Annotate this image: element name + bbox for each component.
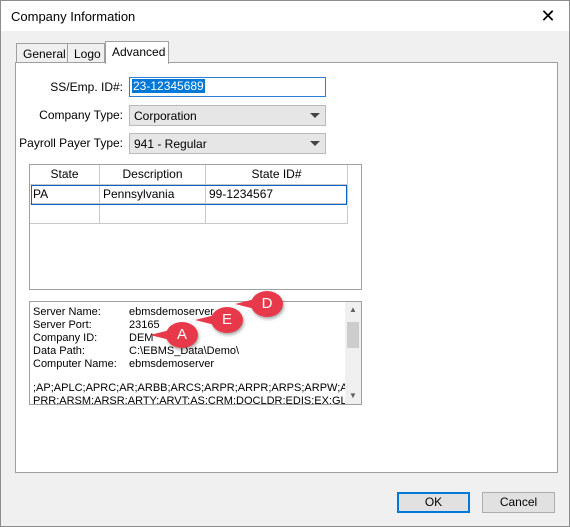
chevron-down-icon: [310, 141, 320, 146]
callout-a: A: [150, 322, 198, 348]
ssn-input[interactable]: 23-12345689: [129, 77, 326, 97]
title-bar: Company Information ✕: [1, 1, 569, 31]
tab-general-label: General: [23, 47, 66, 61]
column-header-state[interactable]: ▲ State: [30, 165, 100, 185]
scroll-up-icon[interactable]: ▲: [345, 302, 361, 318]
close-icon[interactable]: ✕: [531, 3, 565, 29]
table-cell[interactable]: [206, 205, 348, 224]
chevron-down-icon: [310, 113, 320, 118]
company-information-dialog: Company Information ✕ General Logo Advan…: [0, 0, 570, 527]
tab-advanced-label: Advanced: [112, 45, 166, 59]
column-header-description-label: Description: [122, 167, 183, 181]
payroll-payer-type-dropdown[interactable]: 941 - Regular: [129, 133, 326, 154]
cancel-button[interactable]: Cancel: [482, 492, 555, 513]
payroll-payer-type-value: 941 - Regular: [134, 137, 207, 151]
ssn-label: SS/Emp. ID#:: [50, 80, 123, 94]
table-cell[interactable]: [100, 205, 206, 224]
modules-line-2: PRR;ARSM;ARSR;ARTY;ARVT;AS;CRM;DOCLDR;ED…: [33, 395, 350, 405]
callout-e: E: [195, 307, 243, 333]
modules-line: ;AP;APLC;APRC;AR;ARBB;ARCS;ARPR;ARPR;ARP…: [33, 382, 348, 394]
server-name-label: Server Name:: [33, 306, 101, 318]
table-cell[interactable]: Pennsylvania: [100, 185, 206, 204]
computer-name-value: ebmsdemoserver: [129, 358, 214, 370]
computer-name-label: Computer Name:: [33, 358, 117, 370]
state-grid: ▲ State Description State ID# PA Pennsyl…: [29, 164, 362, 290]
table-cell[interactable]: 99-1234567: [206, 185, 348, 204]
ssn-value: 23-12345689: [132, 79, 205, 93]
company-id-label: Company ID:: [33, 332, 98, 344]
tab-advanced[interactable]: Advanced: [105, 41, 169, 64]
payroll-payer-type-label: Payroll Payer Type:: [19, 136, 123, 150]
table-cell[interactable]: PA: [30, 185, 100, 204]
callout-d: D: [235, 291, 283, 317]
callout-d-label: D: [261, 295, 273, 312]
vertical-scrollbar[interactable]: ▲ ▼: [345, 302, 361, 404]
server-port-label: Server Port:: [33, 319, 92, 331]
column-header-state-id[interactable]: State ID#: [206, 165, 348, 185]
company-type-value: Corporation: [134, 109, 197, 123]
column-header-state-id-label: State ID#: [251, 167, 302, 181]
tab-logo-label: Logo: [74, 47, 101, 61]
data-path-label: Data Path:: [33, 345, 85, 357]
table-cell[interactable]: [30, 205, 100, 224]
callout-a-label: A: [176, 326, 187, 343]
sort-caret-icon: ▲: [63, 170, 70, 177]
callout-e-label: E: [221, 311, 232, 328]
scroll-down-icon[interactable]: ▼: [345, 388, 361, 404]
scroll-thumb[interactable]: [347, 322, 359, 348]
tab-logo[interactable]: Logo: [67, 43, 105, 63]
ok-button[interactable]: OK: [397, 492, 470, 513]
window-title: Company Information: [11, 9, 136, 24]
company-type-dropdown[interactable]: Corporation: [129, 105, 326, 126]
company-type-label: Company Type:: [39, 108, 123, 122]
tab-general[interactable]: General: [16, 43, 68, 63]
column-header-description[interactable]: Description: [100, 165, 206, 185]
